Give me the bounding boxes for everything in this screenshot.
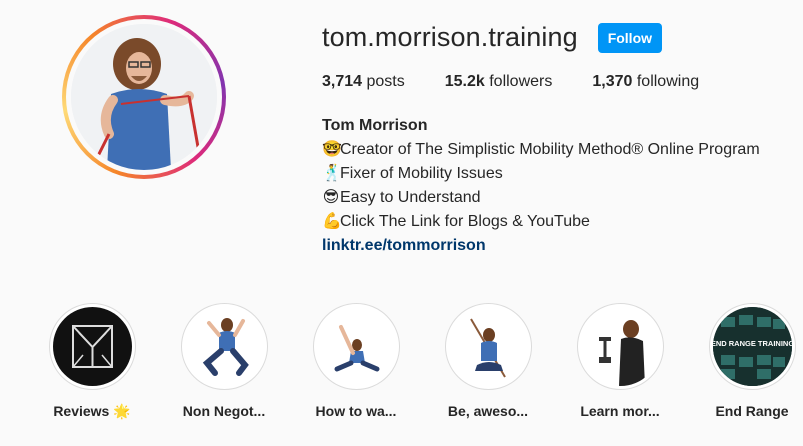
highlight-cover [580, 307, 660, 386]
highlight-reviews[interactable]: Reviews 🌟 [26, 303, 158, 420]
profile-avatar[interactable] [62, 15, 226, 179]
follow-button[interactable]: Follow [597, 22, 663, 53]
story-highlights: Reviews 🌟 Non Negot... How to wa... Be, … [26, 303, 803, 420]
dancer-icon: 🕺 [322, 165, 342, 182]
bio-link[interactable]: linktr.ee/tommorrison [322, 237, 486, 254]
profile-stats: 3,714 posts 15.2k followers 1,370 follow… [322, 73, 739, 91]
followers-label: followers [484, 73, 553, 90]
highlight-cover: END RANGE TRAINING [712, 307, 792, 386]
following-count: 1,370 [592, 73, 633, 90]
bio-line: 🕺Fixer of Mobility Issues [322, 162, 760, 186]
highlight-ring [576, 303, 664, 390]
username: tom.morrison.training [322, 22, 578, 52]
followers-count: 15.2k [444, 73, 485, 90]
full-name: Tom Morrison [322, 117, 428, 134]
highlight-label: Learn mor... [580, 403, 660, 419]
bio-line: 🤓Creator of The Simplistic Mobility Meth… [322, 138, 760, 162]
profile-header: tom.morrison.training Follow [322, 22, 663, 53]
nerd-face-icon: 🤓 [322, 141, 342, 158]
highlight-learn-more[interactable]: Learn mor... [554, 303, 686, 420]
seated-pose-photo [448, 307, 528, 386]
highlight-ring [312, 303, 400, 390]
highlight-label: Non Negot... [182, 403, 266, 419]
highlight-label: How to wa... [315, 403, 397, 419]
highlight-end-range[interactable]: END RANGE TRAINING End Range [686, 303, 803, 420]
highlight-cover [52, 307, 132, 386]
posts-label: posts [362, 73, 405, 90]
avatar-illustration [71, 24, 217, 170]
stretch-pose-photo [316, 307, 396, 386]
end-range-cover-art: END RANGE TRAINING [712, 307, 792, 386]
bio-line-text: Creator of The Simplistic Mobility Metho… [340, 141, 760, 158]
highlight-ring [444, 303, 532, 390]
bio-line: 😎Easy to Understand [322, 186, 760, 210]
profile-bio: Tom Morrison 🤓Creator of The Simplistic … [322, 114, 760, 258]
highlight-ring [48, 303, 136, 390]
logo-icon [52, 307, 132, 386]
following-stat[interactable]: 1,370 following [592, 73, 699, 91]
sunglasses-face-icon: 😎 [322, 189, 340, 206]
highlight-label: Be, aweso... [447, 403, 529, 419]
bio-line: 💪Click The Link for Blogs & YouTube [322, 210, 760, 234]
highlight-cover [184, 307, 264, 386]
lunge-pose-photo [184, 307, 264, 386]
highlight-be-awesome[interactable]: Be, aweso... [422, 303, 554, 420]
highlight-cover [448, 307, 528, 386]
posts-stat: 3,714 posts [322, 73, 405, 91]
bio-line-text: Easy to Understand [340, 189, 481, 206]
following-label: following [632, 73, 700, 90]
posts-count: 3,714 [322, 73, 363, 90]
avatar-photo [71, 24, 217, 170]
highlight-how-to[interactable]: How to wa... [290, 303, 422, 420]
highlight-cover [316, 307, 396, 386]
highlight-ring [180, 303, 268, 390]
flexed-bicep-icon: 💪 [322, 213, 342, 230]
highlight-ring: END RANGE TRAINING [708, 303, 796, 390]
bio-line-text: Click The Link for Blogs & YouTube [340, 213, 590, 230]
highlight-label: End Range [715, 403, 789, 419]
end-range-cover-title: END RANGE TRAINING [713, 339, 792, 348]
bio-line-text: Fixer of Mobility Issues [340, 165, 503, 182]
avatar-border [66, 19, 222, 175]
highlight-label: Reviews 🌟 [53, 403, 131, 419]
kettlebell-photo [580, 307, 660, 386]
highlight-non-negotiables[interactable]: Non Negot... [158, 303, 290, 420]
followers-stat[interactable]: 15.2k followers [445, 73, 553, 91]
